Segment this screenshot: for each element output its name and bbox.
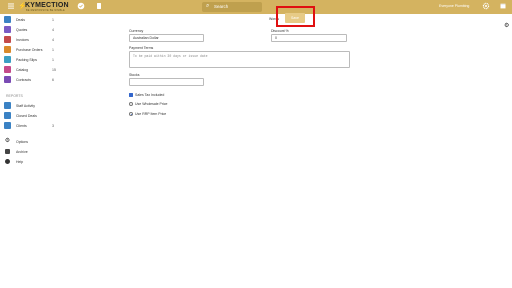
rrp-label: Use RRP Item Price xyxy=(135,112,167,116)
logo-tagline: BE RESPONSIVE BE NIMBLE xyxy=(26,9,65,12)
help-icon xyxy=(5,159,10,164)
radio-icon[interactable] xyxy=(129,102,133,106)
sidebar-item-label: Catalog xyxy=(16,68,29,72)
document-icon[interactable] xyxy=(94,2,104,12)
sidebar-item-catalog[interactable]: Catalog 15 xyxy=(4,66,58,74)
currency-label: Currency xyxy=(129,29,144,33)
sidebar-item-purchase-orders[interactable]: Purchase Orders 1 xyxy=(4,46,58,54)
sidebar-item-deals[interactable]: Deals 1 xyxy=(4,16,58,24)
payment-terms-label: Payment Terms xyxy=(129,46,154,50)
discount-label: Discount % xyxy=(271,29,289,33)
user-menu[interactable]: Everyone Plumbing xyxy=(439,4,469,8)
sidebar-item-label: Archive xyxy=(16,150,28,154)
discount-value: 0 xyxy=(275,36,277,40)
sidebar-item-label: Purchase Orders xyxy=(16,48,43,52)
sidebar-item-options[interactable]: ⚙ Options xyxy=(4,138,58,146)
sidebar-item-invoices[interactable]: Invoices 4 xyxy=(4,36,58,44)
deals-icon xyxy=(4,16,11,23)
search-label: Search xyxy=(214,4,229,9)
clients-icon xyxy=(4,122,11,129)
sidebar-item-count: 4 xyxy=(52,28,54,32)
stocks-field[interactable] xyxy=(129,78,204,86)
sidebar-item-count: 1 xyxy=(52,18,54,22)
packing-slips-icon xyxy=(4,56,11,63)
sidebar-item-staff-activity[interactable]: Staff Activity xyxy=(4,102,58,110)
search-icon: ⌕ xyxy=(206,3,210,9)
sidebar-item-label: Options xyxy=(16,140,29,144)
sidebar-section-title: REPORTS xyxy=(6,94,23,98)
invoices-icon xyxy=(4,36,11,43)
sidebar-item-label: Clients xyxy=(16,124,27,128)
sidebar-item-clients[interactable]: Clients 3 xyxy=(4,122,58,130)
sidebar: Deals 1 Quotes 4 Invoices 4 Purchase Ord… xyxy=(0,14,58,288)
payment-terms-placeholder: To be paid within 30 days or issue date xyxy=(133,54,208,58)
sidebar-item-label: Invoices xyxy=(16,38,29,42)
gear-icon[interactable]: ⚙ xyxy=(504,22,509,29)
currency-value: Australian Dollar xyxy=(133,36,159,40)
sidebar-item-archive[interactable]: Archive xyxy=(4,148,58,156)
top-bar: ⚡ KYMECTION BE RESPONSIVE BE NIMBLE ⌕ Se… xyxy=(0,0,512,14)
gear-icon[interactable] xyxy=(481,2,491,12)
sidebar-item-count: 4 xyxy=(52,38,54,42)
check-icon[interactable] xyxy=(76,2,86,12)
quotes-icon xyxy=(4,26,11,33)
menu-icon[interactable] xyxy=(6,2,16,12)
currency-select[interactable]: Australian Dollar xyxy=(129,34,204,42)
sidebar-item-count: 1 xyxy=(52,48,54,52)
radio-selected-icon[interactable] xyxy=(129,112,133,116)
sidebar-item-count: 6 xyxy=(52,78,54,82)
sidebar-item-label: Staff Activity xyxy=(16,104,35,108)
sidebar-item-contracts[interactable]: Contracts 6 xyxy=(4,76,58,84)
sidebar-item-count: 1 xyxy=(52,58,54,62)
payment-terms-field[interactable]: To be paid within 30 days or issue date xyxy=(129,51,350,68)
stocks-label: Stocks xyxy=(129,73,140,77)
sidebar-item-label: Closed Deals xyxy=(16,114,37,118)
sidebar-item-quotes[interactable]: Quotes 4 xyxy=(4,26,58,34)
calendar-icon[interactable] xyxy=(498,2,508,12)
checkbox-checked-icon[interactable] xyxy=(129,93,133,97)
staff-activity-icon xyxy=(4,102,11,109)
sidebar-item-count: 3 xyxy=(52,124,54,128)
sidebar-item-label: Contracts xyxy=(16,78,31,82)
sidebar-item-closed-deals[interactable]: Closed Deals xyxy=(4,112,58,120)
search-box[interactable]: ⌕ Search xyxy=(202,2,262,12)
sidebar-item-help[interactable]: Help xyxy=(4,158,58,166)
archive-icon xyxy=(5,149,10,154)
sidebar-item-count: 15 xyxy=(52,68,56,72)
discount-field[interactable]: 0 xyxy=(271,34,347,42)
closed-deals-icon xyxy=(4,112,11,119)
sidebar-item-label: Quotes xyxy=(16,28,28,32)
sidebar-item-label: Help xyxy=(16,160,24,164)
catalog-icon xyxy=(4,66,11,73)
contracts-icon xyxy=(4,76,11,83)
sidebar-item-label: Deals xyxy=(16,18,25,22)
purchase-orders-icon xyxy=(4,46,11,53)
highlight-box xyxy=(276,6,315,27)
wholesale-label: Use Wholesale Price xyxy=(135,102,168,106)
sidebar-item-label: Packing Slips xyxy=(16,58,38,62)
tax-included-label: Sales Tax Included xyxy=(135,93,165,97)
gear-icon: ⚙ xyxy=(4,138,11,144)
sidebar-item-packing-slips[interactable]: Packing Slips 1 xyxy=(4,56,58,64)
